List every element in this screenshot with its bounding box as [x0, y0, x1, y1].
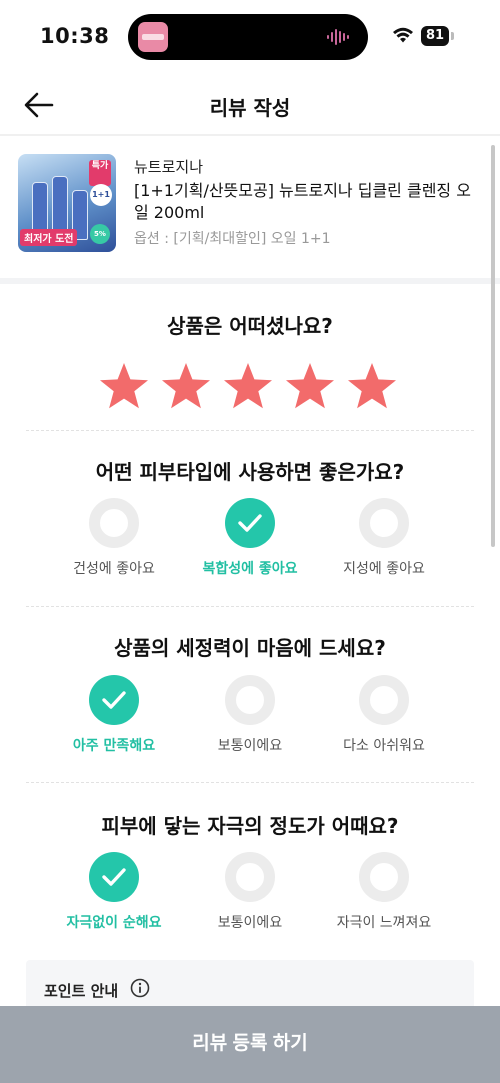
header: 리뷰 작성 — [0, 74, 500, 136]
radio-unchecked[interactable] — [359, 675, 409, 725]
cleansing-question: 상품의 세정력이 마음에 드세요? — [114, 636, 386, 660]
star-4[interactable] — [284, 360, 336, 412]
irritation-option-average[interactable]: 보통이에요 — [180, 852, 320, 932]
radio-unchecked[interactable] — [225, 675, 275, 725]
irritation-question: 피부에 닿는 자극의 정도가 어때요? — [101, 814, 399, 838]
radio-unchecked[interactable] — [89, 498, 139, 548]
option-label: 복합성에 좋아요 — [202, 561, 298, 577]
product-brand: 뉴트로지나 — [134, 158, 204, 176]
option-label: 다소 아쉬워요 — [343, 738, 425, 754]
option-label: 보통이에요 — [217, 738, 283, 754]
irritation-option-gentle[interactable]: 자극없이 순해요 — [44, 852, 184, 932]
thumb-price-tag: 최저가 도전 — [20, 229, 78, 246]
product-option: 옵션 : [기획/최대할인] 오일 1+1 — [134, 231, 331, 247]
now-playing-thumbnail — [138, 22, 168, 52]
submit-review-button[interactable]: 리뷰 등록 하기 — [0, 1006, 500, 1083]
radio-checked[interactable] — [89, 852, 139, 902]
product-name: [1+1기획/산뜻모공] 뉴트로지나 딥클린 클렌징 오일 200ml — [134, 181, 471, 222]
divider — [26, 782, 474, 783]
page-title: 리뷰 작성 — [209, 96, 291, 120]
option-label: 지성에 좋아요 — [343, 561, 425, 577]
cleansing-option-disappointing[interactable]: 다소 아쉬워요 — [314, 675, 454, 755]
check-icon — [238, 514, 262, 532]
audio-wave-icon — [327, 29, 349, 45]
star-2[interactable] — [160, 360, 212, 412]
star-1[interactable] — [98, 360, 150, 412]
radio-unchecked[interactable] — [359, 498, 409, 548]
check-icon — [102, 691, 126, 709]
cleansing-option-very-satisfied[interactable]: 아주 만족해요 — [44, 675, 184, 755]
divider — [26, 606, 474, 607]
thumb-discount-badge: 5% — [90, 224, 110, 244]
option-label: 아주 만족해요 — [72, 738, 156, 754]
battery-icon: 81 — [421, 26, 455, 46]
option-label: 자극없이 순해요 — [66, 915, 162, 931]
rating-question: 상품은 어떠셨나요? — [167, 314, 333, 338]
skin-type-option-dry[interactable]: 건성에 좋아요 — [44, 498, 184, 578]
thumb-badge: 특가 — [89, 160, 111, 186]
radio-checked[interactable] — [225, 498, 275, 548]
radio-unchecked[interactable] — [225, 852, 275, 902]
section-separator — [0, 278, 500, 284]
option-label: 자극이 느껴져요 — [336, 915, 432, 931]
wifi-icon — [393, 27, 413, 43]
product-summary: 특가 1+1 최저가 도전 5% 뉴트로지나 [1+1기획/산뜻모공] 뉴트로지… — [0, 136, 500, 278]
status-bar: 10:38 81 — [0, 0, 500, 74]
divider — [26, 430, 474, 431]
dynamic-island — [128, 14, 368, 60]
option-label: 건성에 좋아요 — [73, 561, 155, 577]
skin-type-option-combination[interactable]: 복합성에 좋아요 — [180, 498, 320, 578]
radio-checked[interactable] — [89, 675, 139, 725]
thumb-plus-badge: 1+1 — [90, 184, 112, 206]
cleansing-option-average[interactable]: 보통이에요 — [180, 675, 320, 755]
submit-review-label: 리뷰 등록 하기 — [192, 1033, 308, 1054]
star-rating[interactable] — [98, 360, 398, 412]
star-5[interactable] — [346, 360, 398, 412]
battery-level: 81 — [421, 26, 449, 46]
skin-type-question: 어떤 피부타입에 사용하면 좋은가요? — [95, 460, 405, 484]
scrollbar[interactable] — [491, 145, 495, 547]
product-image: 특가 1+1 최저가 도전 5% — [18, 154, 116, 252]
star-3[interactable] — [222, 360, 274, 412]
irritation-option-irritating[interactable]: 자극이 느껴져요 — [314, 852, 454, 932]
radio-unchecked[interactable] — [359, 852, 409, 902]
status-time: 10:38 — [40, 24, 110, 48]
points-info-title: 포인트 안내 — [44, 982, 119, 1000]
info-icon[interactable] — [130, 978, 150, 998]
skin-type-option-oily[interactable]: 지성에 좋아요 — [314, 498, 454, 578]
check-icon — [102, 868, 126, 886]
option-label: 보통이에요 — [217, 915, 283, 931]
